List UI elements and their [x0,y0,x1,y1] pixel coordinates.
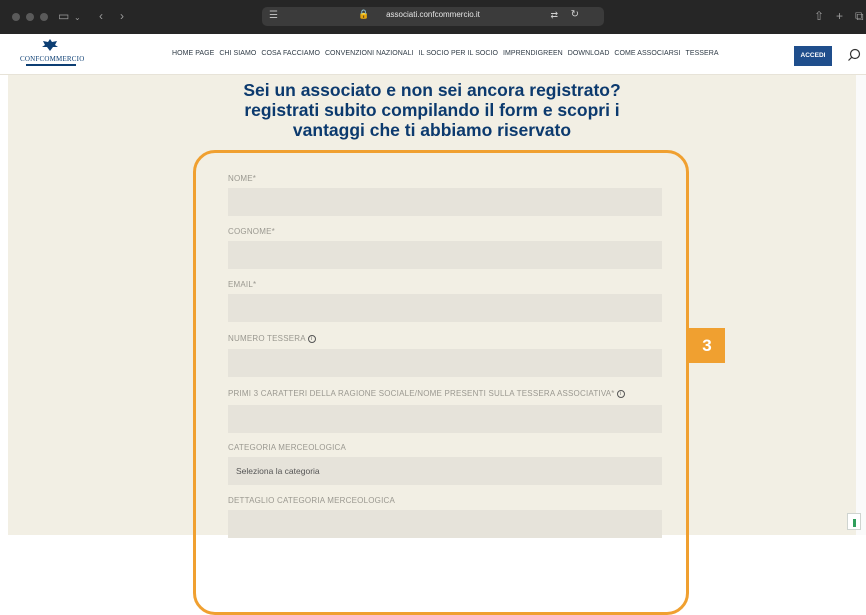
translate-icon[interactable]: ⇄ [550,10,558,21]
search-icon[interactable] [846,47,862,63]
field-label-categoria: CATEGORIA MERCEOLOGICA [228,443,347,452]
menu-come-associarsi[interactable]: COME ASSOCIARSI [614,50,680,57]
dettaglio-categoria-input[interactable] [228,510,662,538]
field-label-numero-tessera: NUMERO TESSERA i [228,334,316,343]
reload-icon[interactable]: ↻ [571,9,579,20]
info-icon[interactable]: i [307,334,316,343]
forward-icon[interactable]: › [120,9,124,23]
info-icon[interactable]: i [616,389,625,398]
page-scrollbar[interactable] [856,75,866,535]
numero-tessera-input[interactable] [228,349,662,377]
back-icon[interactable]: ‹ [99,9,103,23]
menu-imprendigreen[interactable]: IMPRENDIGREEN [503,50,563,57]
chevron-down-icon[interactable]: ⌄ [74,11,81,25]
menu-download[interactable]: DOWNLOAD [568,50,610,57]
menu-cosa-facciamo[interactable]: COSA FACCIAMO [261,50,320,57]
field-label-cognome: COGNOME* [228,227,275,236]
site-header: CONFCOMMERCIO HOME PAGE CHI SIAMO COSA F… [0,34,866,75]
categoria-select[interactable]: Seleziona la categoria [228,457,662,485]
main-menu: HOME PAGE CHI SIAMO COSA FACCIAMO CONVEN… [172,50,719,57]
window-controls[interactable] [12,13,48,21]
login-button[interactable]: ACCEDI [794,46,832,66]
heading-line-1: Sei un associato e non sei ancora regist… [243,80,621,100]
logo-underline [26,64,76,66]
eagle-emblem-icon [42,39,58,51]
heading-line-2: registrati subito compilando il form e s… [244,100,620,120]
browser-toolbar: ▭ ⌄ ‹ › ☰ 🔒 associati.confcommercio.it ⇄… [0,0,866,34]
nome-input[interactable] [228,188,662,216]
confcommercio-logo[interactable]: CONFCOMMERCIO [20,38,85,70]
field-label-email: EMAIL* [228,280,257,289]
menu-chi-siamo[interactable]: CHI SIAMO [219,50,256,57]
tabs-overview-icon[interactable]: ⧉ [855,9,864,23]
page-heading: Sei un associato e non sei ancora regist… [8,80,856,140]
menu-convenzioni[interactable]: CONVENZIONI NAZIONALI [325,50,414,57]
address-bar[interactable]: ☰ 🔒 associati.confcommercio.it ⇄ ↻ [262,7,604,26]
menu-socio-per-socio[interactable]: IL SOCIO PER IL SOCIO [419,50,499,57]
page-content: Sei un associato e non sei ancora regist… [8,75,856,615]
logo-wordmark: CONFCOMMERCIO [20,55,85,63]
email-input[interactable] [228,294,662,322]
registration-form: NOME* COGNOME* EMAIL* NUMERO TESSERA i PR… [193,150,689,615]
heading-line-3: vantaggi che ti abbiamo riservato [292,120,572,140]
ragione-sociale-input[interactable] [228,405,662,433]
field-label-dettaglio-categoria: DETTAGLIO CATEGORIA MERCEOLOGICA [228,496,396,505]
sidebar-icon[interactable]: ▭ [58,9,69,23]
accessibility-icon[interactable] [847,513,861,530]
share-icon[interactable]: ⇧ [814,9,824,23]
new-tab-icon[interactable]: + [836,9,843,23]
step-number-badge: 3 [689,328,725,363]
menu-home[interactable]: HOME PAGE [172,50,214,57]
field-label-nome: NOME* [228,174,257,183]
cognome-input[interactable] [228,241,662,269]
field-label-ragione-sociale: PRIMI 3 CARATTERI DELLA RAGIONE SOCIALE/… [228,389,625,398]
menu-tessera[interactable]: TESSERA [686,50,719,57]
